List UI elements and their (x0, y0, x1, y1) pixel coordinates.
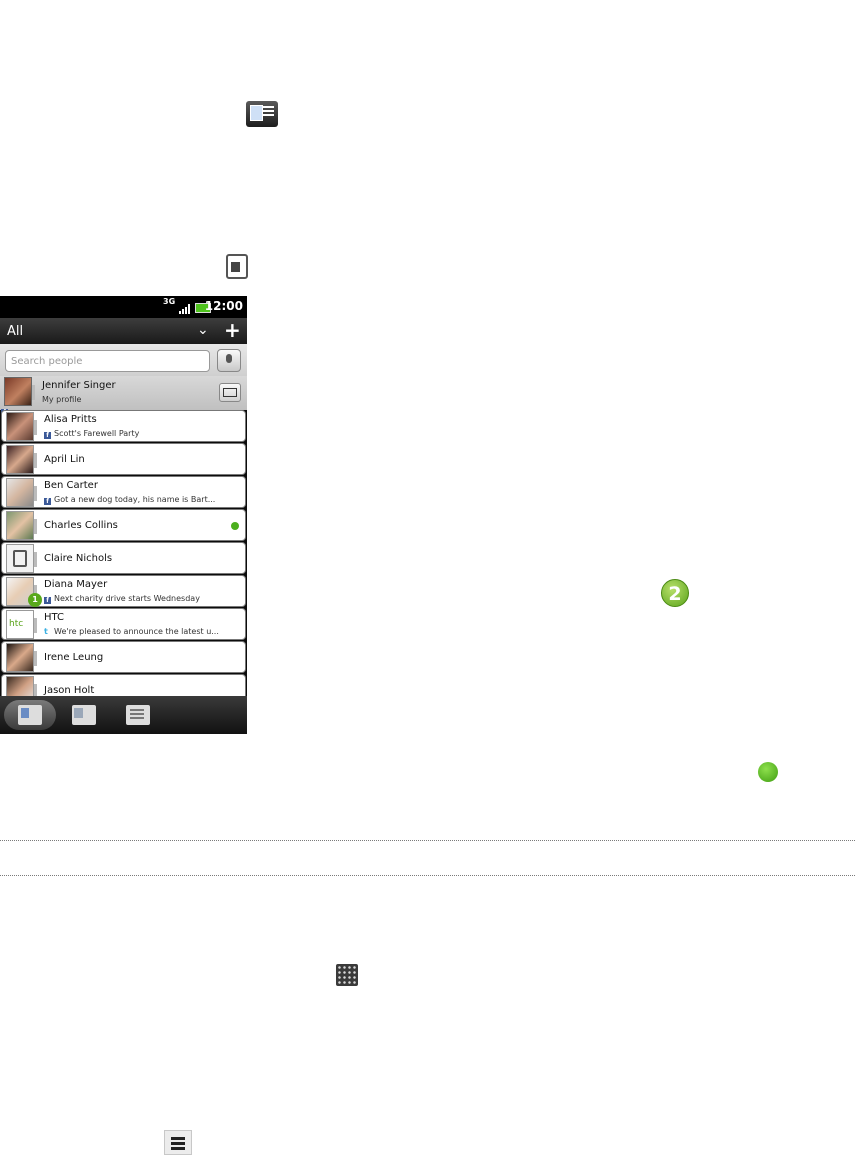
profile-subtitle: My profile (42, 395, 82, 404)
tab-groups[interactable] (64, 700, 104, 730)
filter-label[interactable]: All (7, 324, 23, 339)
send-my-info-button[interactable] (219, 383, 241, 402)
avatar (6, 412, 37, 441)
twitter-icon: t (44, 627, 48, 636)
list-item[interactable]: Ben Carter f Got a new dog today, his nam… (1, 476, 246, 508)
contact-status: f Next charity drive starts Wednesday (44, 594, 200, 604)
contact-name: Claire Nichols (44, 553, 113, 564)
menu-icon (164, 1130, 192, 1155)
contact-name: Charles Collins (44, 520, 118, 531)
tab-call-history[interactable] (118, 700, 158, 730)
list-item[interactable]: Irene Leung (1, 641, 246, 673)
my-profile-row[interactable]: f Jennifer Singer My profile (0, 376, 247, 416)
list-item[interactable]: 1 Diana Mayer f Next charity drive starts… (1, 575, 246, 607)
search-bar: Search people (0, 344, 247, 376)
online-status-icon (231, 522, 239, 530)
microphone-icon[interactable] (217, 349, 241, 372)
contact-name: Irene Leung (44, 652, 104, 663)
contact-status: f Got a new dog today, his name is Bart..… (44, 495, 215, 505)
sim-card-icon (6, 544, 37, 573)
people-icon (18, 705, 42, 725)
people-header: All ⌄ + (0, 318, 247, 344)
status-bar: 3G 12:00 (0, 296, 247, 318)
contact-name: Jason Holt (44, 685, 95, 696)
facebook-icon: f (44, 597, 51, 604)
people-app-screenshot: 3G 12:00 All ⌄ + Search people f Jennife… (0, 296, 247, 734)
list-item[interactable]: Claire Nichols (1, 542, 246, 574)
avatar (6, 643, 37, 672)
numbered-badge-icon: 2 (661, 579, 689, 607)
contact-status: t We're pleased to announce the latest u.… (44, 627, 219, 636)
sim-card-icon (226, 254, 248, 279)
avatar (6, 445, 37, 474)
contact-name: Alisa Pritts (44, 414, 97, 425)
call-history-icon (126, 705, 150, 725)
divider (0, 875, 855, 876)
tab-bar (0, 696, 247, 734)
list-item[interactable]: April Lin (1, 443, 246, 475)
tab-people[interactable] (4, 700, 56, 730)
add-contact-button[interactable]: + (224, 318, 241, 342)
contact-status: f Scott's Farewell Party (44, 429, 139, 439)
network-type-icon: 3G (163, 297, 176, 306)
all-apps-icon (336, 964, 358, 986)
list-item[interactable]: htc HTC t We're pleased to announce the l… (1, 608, 246, 640)
list-item[interactable]: Alisa Pritts f Scott's Farewell Party (1, 410, 246, 442)
contact-name: Ben Carter (44, 480, 98, 491)
avatar (6, 511, 37, 540)
contact-name: Diana Mayer (44, 579, 108, 590)
profile-name: Jennifer Singer (42, 380, 116, 391)
unread-count-badge: 1 (28, 593, 42, 607)
avatar (6, 478, 37, 507)
people-icon (246, 101, 278, 127)
facebook-icon: f (44, 498, 51, 505)
groups-icon (72, 705, 96, 725)
facebook-icon: f (44, 432, 51, 439)
list-item[interactable]: Charles Collins (1, 509, 246, 541)
signal-icon (179, 304, 191, 314)
search-input[interactable]: Search people (5, 350, 210, 372)
contact-name: HTC (44, 612, 65, 623)
clock: 12:00 (204, 299, 243, 313)
chevron-down-icon[interactable]: ⌄ (197, 322, 209, 338)
online-status-icon (758, 762, 778, 782)
contact-name: April Lin (44, 454, 85, 465)
divider (0, 840, 855, 841)
htc-logo: htc (6, 610, 37, 639)
